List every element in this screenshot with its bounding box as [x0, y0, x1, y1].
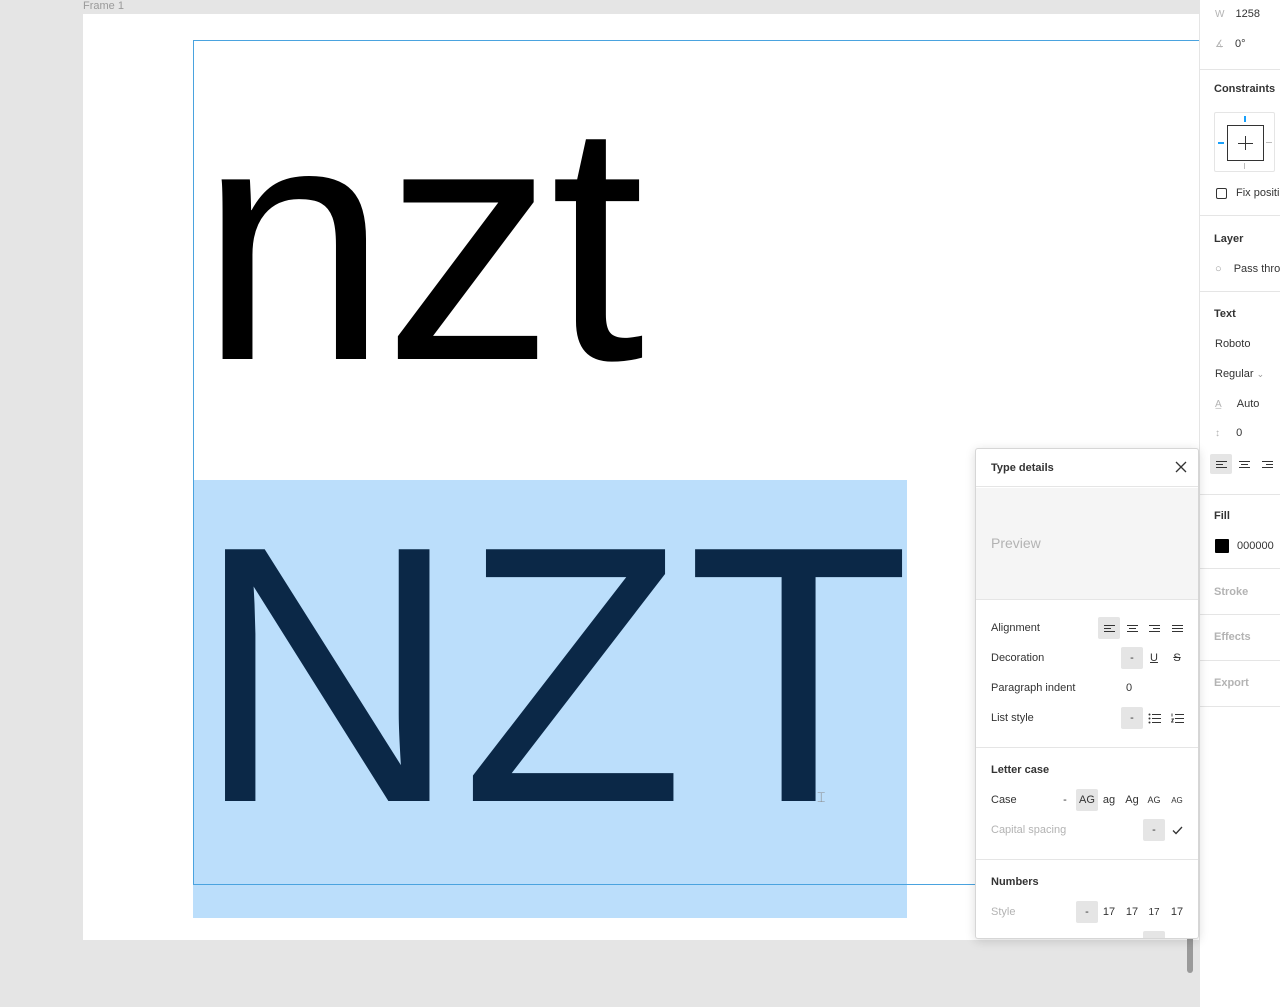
type-details-popover: Type details Preview Alignment Decoratio… [975, 448, 1199, 939]
constraint-bottom[interactable] [1244, 163, 1245, 169]
case-lowercase-button[interactable]: ag [1098, 789, 1120, 811]
case-small-caps-button[interactable]: AG [1143, 789, 1165, 811]
blend-mode-value: Pass thro [1233, 263, 1280, 275]
fill-hex-value[interactable]: 000000 [1237, 540, 1274, 552]
alignment-right-button[interactable] [1143, 617, 1165, 639]
constraint-center[interactable] [1227, 125, 1264, 161]
fix-position-checkbox[interactable] [1216, 188, 1227, 199]
number-style-proportional-button[interactable]: 17 [1121, 901, 1143, 923]
rotation-value[interactable]: 0° [1235, 38, 1246, 50]
line-height-value[interactable]: Auto [1237, 398, 1260, 410]
letter-spacing-icon: ↕ [1215, 428, 1220, 439]
constraint-top[interactable] [1244, 116, 1246, 122]
list-style-label: List style [991, 712, 1034, 724]
divider [1200, 494, 1280, 495]
letter-spacing-field[interactable]: ↕ 0 [1215, 427, 1242, 439]
preview-area: Preview [976, 488, 1198, 600]
alignment-label: Alignment [991, 622, 1040, 634]
stroke-title[interactable]: Stroke [1214, 586, 1248, 598]
paragraph-indent-label: Paragraph indent [991, 682, 1076, 694]
number-style-tabular-button[interactable]: 17 [1166, 901, 1188, 923]
divider [1200, 660, 1280, 661]
popover-title: Type details [991, 462, 1054, 474]
cut-off-option[interactable] [1143, 931, 1165, 938]
frame-label[interactable]: Frame 1 [83, 0, 124, 13]
case-label: Case [991, 794, 1017, 806]
line-height-field[interactable]: A̲ Auto [1215, 398, 1259, 410]
alignment-left-button[interactable] [1098, 617, 1120, 639]
number-style-none-button[interactable]: - [1076, 901, 1098, 923]
properties-panel: W 1258 ∡ 0° Constraints Fix positi Layer… [1199, 0, 1280, 1007]
decoration-none-button[interactable]: - [1121, 647, 1143, 669]
constraint-right[interactable] [1266, 142, 1272, 143]
constraint-left[interactable] [1218, 142, 1224, 144]
width-label: W [1215, 9, 1225, 20]
text-cursor-icon: ⌶ [817, 789, 826, 805]
constraints-title: Constraints [1214, 83, 1276, 95]
chevron-down-icon: ⌄ [1256, 369, 1265, 379]
constraints-widget[interactable] [1214, 112, 1275, 172]
alignment-center-button[interactable] [1121, 617, 1143, 639]
case-none-button[interactable]: - [1054, 789, 1076, 811]
width-field[interactable]: W 1258 [1215, 8, 1260, 20]
fix-position-label: Fix positi [1236, 187, 1280, 199]
capital-spacing-none-button[interactable]: - [1143, 819, 1165, 841]
close-icon[interactable] [1172, 458, 1190, 476]
capital-spacing-label: Capital spacing [991, 824, 1067, 836]
divider [1200, 706, 1280, 707]
number-style-lining-button[interactable]: 17 [1098, 901, 1120, 923]
preview-text: Preview [991, 535, 1041, 551]
bulleted-list-icon[interactable] [1143, 707, 1165, 729]
divider [976, 747, 1198, 748]
fill-color-swatch[interactable] [1215, 539, 1229, 553]
divider [1200, 69, 1280, 70]
divider [1200, 215, 1280, 216]
case-title-button[interactable]: Ag [1121, 789, 1143, 811]
divider [1200, 291, 1280, 292]
rotation-field[interactable]: ∡ 0° [1215, 38, 1246, 50]
case-uppercase-button[interactable]: AG [1076, 789, 1098, 811]
font-family-dropdown[interactable]: Roboto [1215, 338, 1250, 350]
divider [1200, 614, 1280, 615]
number-style-oldstyle-button[interactable]: 17 [1143, 901, 1165, 923]
strikethrough-icon[interactable]: S [1166, 647, 1188, 669]
alignment-justify-button[interactable] [1166, 617, 1188, 639]
font-weight-dropdown[interactable]: Regular ⌄ [1215, 368, 1264, 380]
case-small-caps-forced-button[interactable]: AG [1166, 789, 1188, 811]
align-center-button[interactable] [1233, 454, 1255, 474]
rotation-icon: ∡ [1215, 39, 1224, 50]
width-value[interactable]: 1258 [1236, 8, 1260, 20]
decoration-label: Decoration [991, 652, 1045, 664]
letter-spacing-value[interactable]: 0 [1236, 427, 1242, 439]
number-style-label: Style [991, 906, 1016, 918]
paragraph-indent-value[interactable]: 0 [1126, 682, 1132, 694]
align-right-button[interactable] [1256, 454, 1278, 474]
effects-title[interactable]: Effects [1214, 631, 1251, 643]
font-weight-value: Regular [1215, 368, 1254, 380]
divider [976, 859, 1198, 860]
list-none-button[interactable]: - [1121, 707, 1143, 729]
text-title: Text [1214, 308, 1236, 320]
fill-title: Fill [1214, 510, 1230, 522]
numbers-title: Numbers [991, 876, 1039, 888]
underline-icon[interactable]: U [1143, 647, 1165, 669]
divider [1200, 568, 1280, 569]
popover-header: Type details [976, 449, 1198, 487]
line-height-icon: A̲ [1215, 399, 1222, 410]
blend-drop-icon: ○ [1215, 263, 1222, 275]
numbered-list-icon[interactable] [1166, 707, 1188, 729]
letter-case-title: Letter case [991, 764, 1050, 776]
layer-title: Layer [1214, 233, 1244, 245]
layer-blend-dropdown[interactable]: ○ Pass thro [1215, 263, 1280, 275]
align-left-button[interactable] [1210, 454, 1232, 474]
check-icon[interactable] [1166, 819, 1188, 841]
export-title[interactable]: Export [1214, 677, 1249, 689]
